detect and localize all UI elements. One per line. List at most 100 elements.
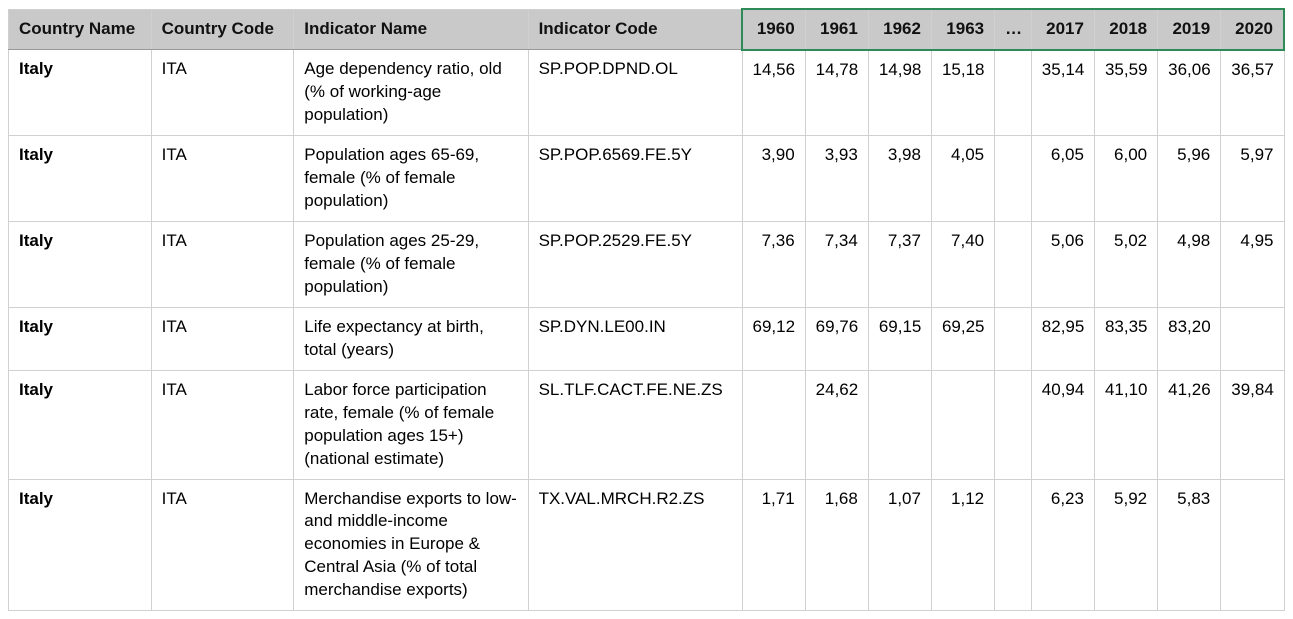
cell-2019[interactable]: 83,20 [1158,307,1221,370]
cell-1963[interactable]: 69,25 [931,307,994,370]
cell-indicator-code[interactable]: SP.POP.2529.FE.5Y [528,222,742,308]
cell-1962[interactable]: 14,98 [868,50,931,136]
cell-country-code[interactable]: ITA [151,479,294,611]
cell-1960[interactable]: 3,90 [742,136,805,222]
cell-1963[interactable]: 7,40 [931,222,994,308]
cell-1963[interactable]: 15,18 [931,50,994,136]
cell-indicator-code[interactable]: SL.TLF.CACT.FE.NE.ZS [528,370,742,479]
cell-1962[interactable]: 1,07 [868,479,931,611]
col-2019[interactable]: 2019 [1158,9,1221,50]
col-2018[interactable]: 2018 [1094,9,1157,50]
cell-1962[interactable]: 69,15 [868,307,931,370]
col-1961[interactable]: 1961 [805,9,868,50]
table-row[interactable]: ItalyITALabor force participation rate, … [9,370,1285,479]
cell-2020[interactable]: 4,95 [1221,222,1284,308]
cell-1960[interactable]: 14,56 [742,50,805,136]
cell-2017[interactable]: 6,05 [1031,136,1094,222]
cell-1962[interactable] [868,370,931,479]
cell-2019[interactable]: 5,96 [1158,136,1221,222]
col-1960[interactable]: 1960 [742,9,805,50]
cell-country-name[interactable]: Italy [9,136,152,222]
cell-2018[interactable]: 5,02 [1094,222,1157,308]
col-ellipsis[interactable]: … [995,9,1032,50]
cell-2020[interactable]: 36,57 [1221,50,1284,136]
table-row[interactable]: ItalyITAPopulation ages 25-29, female (%… [9,222,1285,308]
cell-country-name[interactable]: Italy [9,222,152,308]
cell-country-code[interactable]: ITA [151,50,294,136]
cell-2017[interactable]: 5,06 [1031,222,1094,308]
cell-country-name[interactable]: Italy [9,370,152,479]
table-row[interactable]: ItalyITALife expectancy at birth, total … [9,307,1285,370]
cell-indicator-name[interactable]: Merchandise exports to low- and middle-i… [294,479,528,611]
col-indicator-name[interactable]: Indicator Name [294,9,528,50]
cell-country-name[interactable]: Italy [9,307,152,370]
cell-2019[interactable]: 5,83 [1158,479,1221,611]
cell-2017[interactable]: 40,94 [1031,370,1094,479]
col-2017[interactable]: 2017 [1031,9,1094,50]
cell-country-code[interactable]: ITA [151,222,294,308]
table-body: ItalyITAAge dependency ratio, old (% of … [9,50,1285,611]
cell-1961[interactable]: 14,78 [805,50,868,136]
cell-2018[interactable]: 41,10 [1094,370,1157,479]
col-country-code[interactable]: Country Code [151,9,294,50]
cell-country-name[interactable]: Italy [9,50,152,136]
cell-ellipsis[interactable] [995,136,1032,222]
cell-2018[interactable]: 35,59 [1094,50,1157,136]
cell-2019[interactable]: 36,06 [1158,50,1221,136]
cell-2018[interactable]: 5,92 [1094,479,1157,611]
cell-2020[interactable] [1221,307,1284,370]
cell-ellipsis[interactable] [995,370,1032,479]
cell-1960[interactable]: 7,36 [742,222,805,308]
cell-indicator-name[interactable]: Life expectancy at birth, total (years) [294,307,528,370]
cell-2018[interactable]: 83,35 [1094,307,1157,370]
cell-1963[interactable]: 1,12 [931,479,994,611]
col-1963[interactable]: 1963 [931,9,994,50]
cell-ellipsis[interactable] [995,222,1032,308]
cell-1961[interactable]: 24,62 [805,370,868,479]
cell-2019[interactable]: 41,26 [1158,370,1221,479]
cell-1962[interactable]: 3,98 [868,136,931,222]
cell-indicator-name[interactable]: Labor force participation rate, female (… [294,370,528,479]
cell-country-code[interactable]: ITA [151,136,294,222]
cell-1961[interactable]: 7,34 [805,222,868,308]
cell-country-name[interactable]: Italy [9,479,152,611]
cell-1961[interactable]: 1,68 [805,479,868,611]
cell-2017[interactable]: 82,95 [1031,307,1094,370]
col-country-name[interactable]: Country Name [9,9,152,50]
data-table: Country Name Country Code Indicator Name… [8,8,1285,611]
cell-indicator-code[interactable]: SP.DYN.LE00.IN [528,307,742,370]
cell-1961[interactable]: 3,93 [805,136,868,222]
cell-1963[interactable] [931,370,994,479]
cell-2018[interactable]: 6,00 [1094,136,1157,222]
cell-1962[interactable]: 7,37 [868,222,931,308]
cell-country-code[interactable]: ITA [151,370,294,479]
cell-2020[interactable]: 39,84 [1221,370,1284,479]
cell-2017[interactable]: 6,23 [1031,479,1094,611]
cell-1961[interactable]: 69,76 [805,307,868,370]
col-2020[interactable]: 2020 [1221,9,1284,50]
cell-indicator-code[interactable]: SP.POP.DPND.OL [528,50,742,136]
table-row[interactable]: ItalyITAAge dependency ratio, old (% of … [9,50,1285,136]
cell-1960[interactable]: 1,71 [742,479,805,611]
table-header: Country Name Country Code Indicator Name… [9,9,1285,50]
cell-indicator-code[interactable]: TX.VAL.MRCH.R2.ZS [528,479,742,611]
cell-ellipsis[interactable] [995,307,1032,370]
cell-2020[interactable]: 5,97 [1221,136,1284,222]
cell-1960[interactable] [742,370,805,479]
cell-ellipsis[interactable] [995,479,1032,611]
cell-ellipsis[interactable] [995,50,1032,136]
cell-indicator-code[interactable]: SP.POP.6569.FE.5Y [528,136,742,222]
col-indicator-code[interactable]: Indicator Code [528,9,742,50]
cell-1960[interactable]: 69,12 [742,307,805,370]
cell-indicator-name[interactable]: Population ages 65-69, female (% of fema… [294,136,528,222]
col-1962[interactable]: 1962 [868,9,931,50]
cell-2017[interactable]: 35,14 [1031,50,1094,136]
cell-indicator-name[interactable]: Population ages 25-29, female (% of fema… [294,222,528,308]
cell-2019[interactable]: 4,98 [1158,222,1221,308]
cell-country-code[interactable]: ITA [151,307,294,370]
cell-indicator-name[interactable]: Age dependency ratio, old (% of working-… [294,50,528,136]
table-row[interactable]: ItalyITAPopulation ages 65-69, female (%… [9,136,1285,222]
table-row[interactable]: ItalyITAMerchandise exports to low- and … [9,479,1285,611]
cell-1963[interactable]: 4,05 [931,136,994,222]
cell-2020[interactable] [1221,479,1284,611]
